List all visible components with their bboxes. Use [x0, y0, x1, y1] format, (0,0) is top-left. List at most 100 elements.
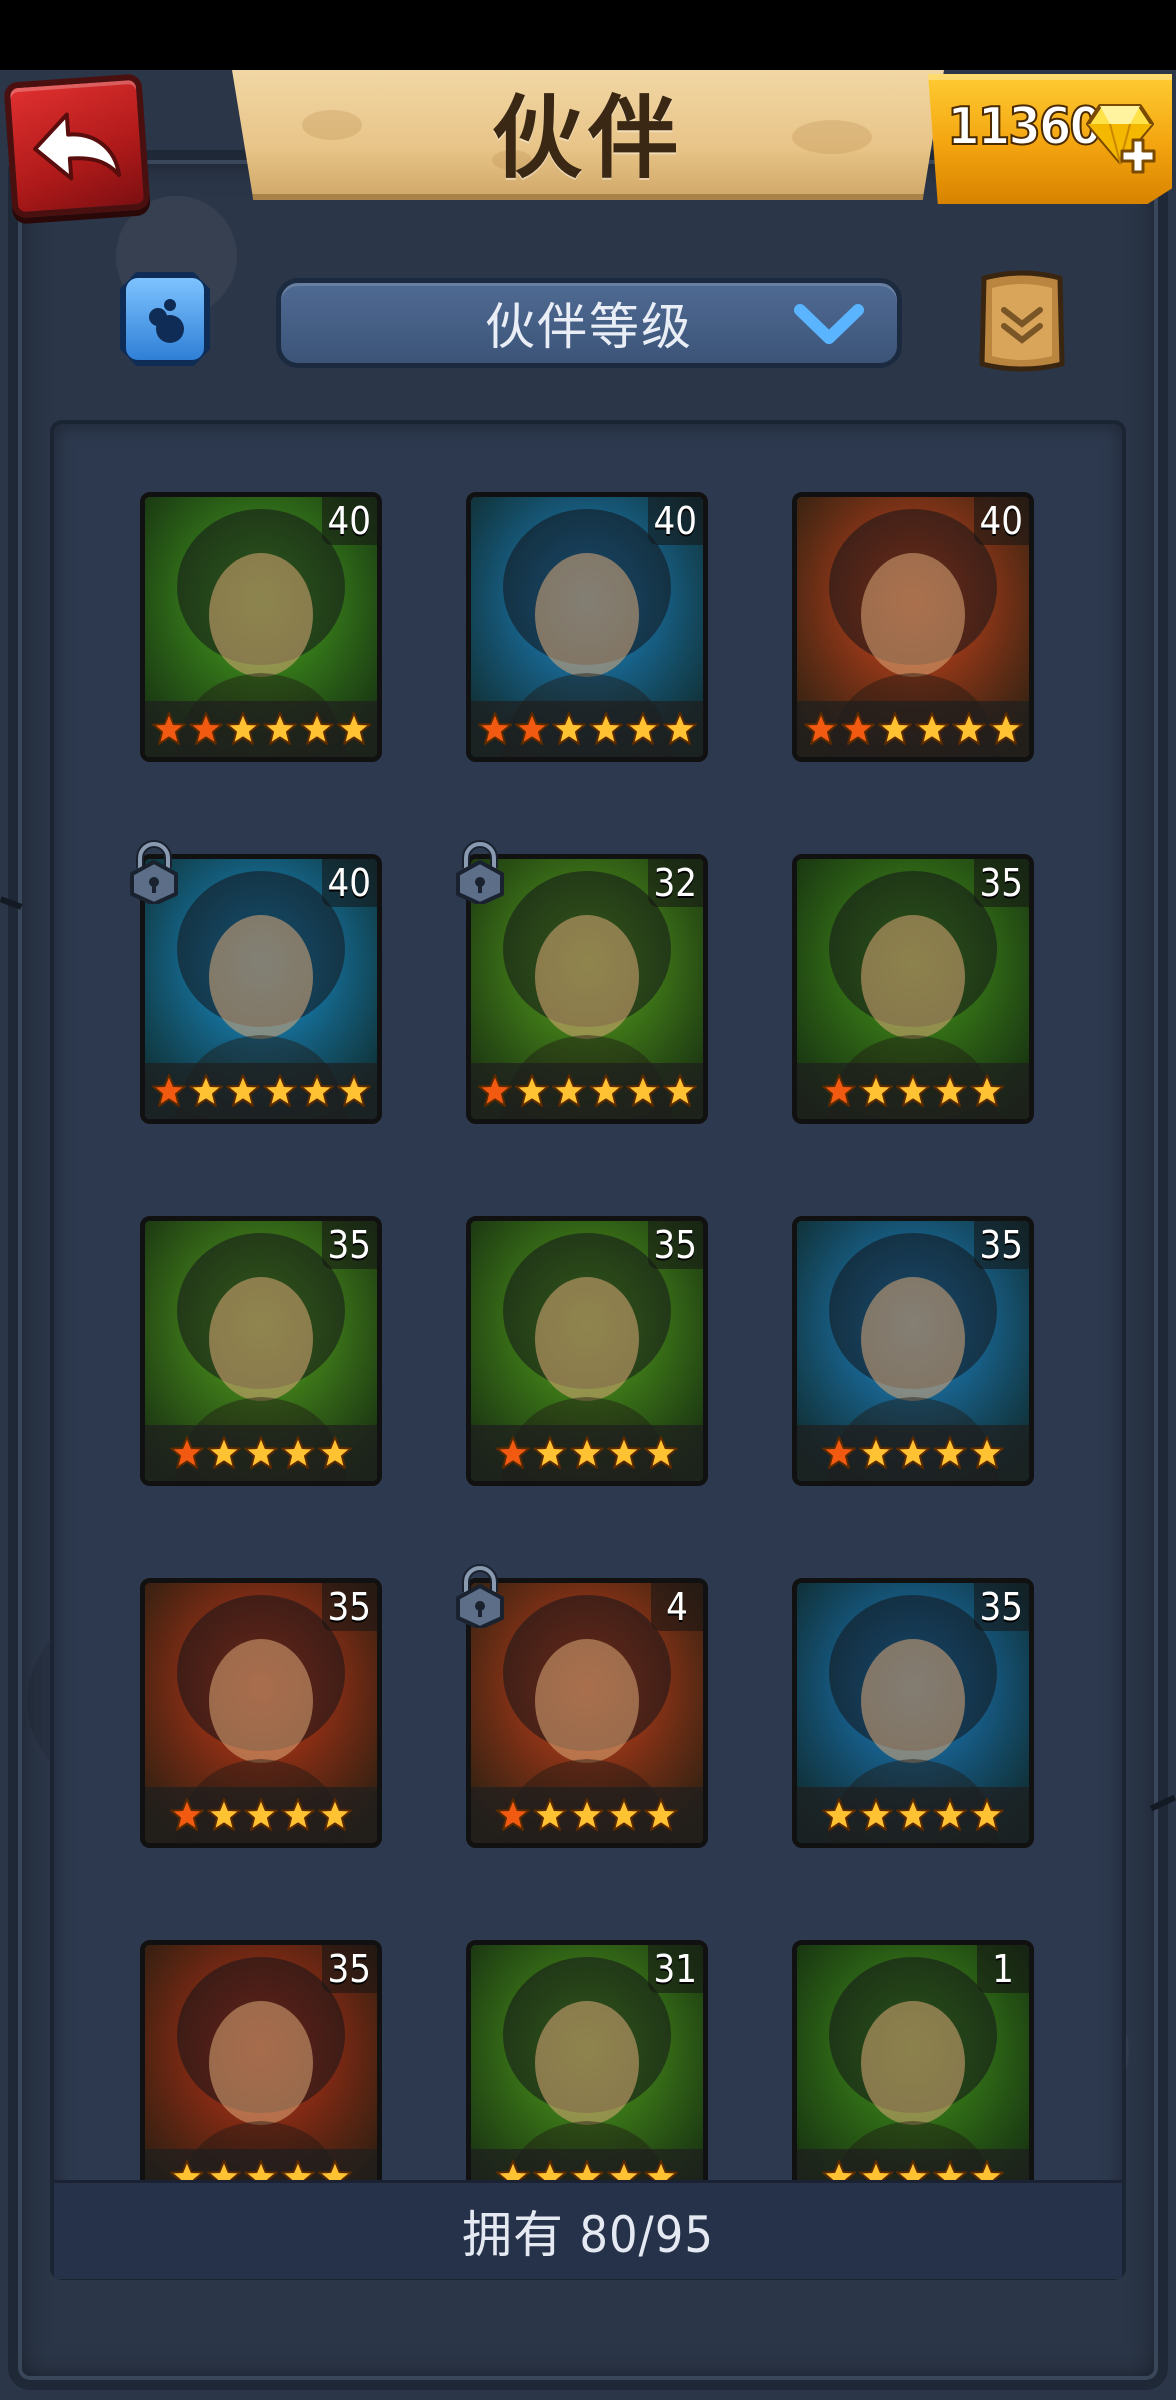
star-icon: [318, 1436, 352, 1469]
partner-level: 4: [651, 1583, 703, 1631]
partner-card[interactable]: 40: [792, 492, 1034, 762]
partner-level: 40: [321, 859, 377, 907]
star-icon: [281, 1436, 315, 1469]
star-icon: [318, 2160, 352, 2180]
partner-card[interactable]: 35: [140, 1940, 382, 2180]
partner-card[interactable]: 35: [792, 854, 1034, 1124]
partner-level: 40: [321, 497, 377, 545]
partner-card[interactable]: 35: [140, 1578, 382, 1848]
partner-card[interactable]: 40: [466, 492, 708, 762]
star-icon: [840, 712, 875, 745]
partner-level: 35: [321, 1583, 377, 1631]
star-icon: [803, 712, 838, 745]
star-icon: [933, 1074, 967, 1107]
star-icon: [662, 1074, 697, 1107]
star-icon: [170, 1436, 204, 1469]
partner-card[interactable]: 1: [792, 1940, 1034, 2180]
star-icon: [477, 712, 512, 745]
star-icon: [859, 1074, 893, 1107]
page-title: 伙伴: [492, 86, 684, 191]
star-icon: [644, 2160, 678, 2180]
partner-card[interactable]: 35: [140, 1216, 382, 1486]
star-icon: [970, 1074, 1004, 1107]
star-rating: [797, 1787, 1029, 1843]
star-icon: [281, 2160, 315, 2180]
star-icon: [988, 712, 1023, 745]
partner-level: 1: [977, 1945, 1029, 1993]
star-icon: [244, 1436, 278, 1469]
partner-card[interactable]: 35: [466, 1216, 708, 1486]
star-icon: [477, 1074, 512, 1107]
star-icon: [625, 712, 660, 745]
partner-card[interactable]: 40: [140, 492, 382, 762]
star-rating: [797, 1063, 1029, 1119]
star-icon: [570, 1798, 604, 1831]
star-icon: [281, 1798, 315, 1831]
star-icon: [607, 1798, 641, 1831]
star-rating: [145, 1063, 377, 1119]
star-rating: [145, 1787, 377, 1843]
partner-level: 35: [973, 859, 1029, 907]
star-icon: [244, 1798, 278, 1831]
lock-icon: [456, 1564, 504, 1628]
partner-card[interactable]: 35: [792, 1578, 1034, 1848]
game-screen: 伙伴 11360 伙伴等级 40 40 40 40 32 35 35 35 35 35 4 35 35 3…: [0, 0, 1176, 2400]
star-icon: [896, 1798, 930, 1831]
partner-grid: 40 40 40 40 32 35 35 35 35 35 4 35 35 31 1: [54, 424, 1122, 2180]
star-icon: [588, 712, 623, 745]
star-icon: [244, 2160, 278, 2180]
star-icon: [207, 1436, 241, 1469]
star-rating: [797, 2149, 1029, 2180]
star-icon: [551, 712, 586, 745]
partner-level: 40: [647, 497, 703, 545]
star-icon: [859, 1798, 893, 1831]
scroll-list-button[interactable]: [976, 268, 1068, 374]
star-icon: [551, 1074, 586, 1107]
partner-level: 40: [973, 497, 1029, 545]
star-icon: [896, 1436, 930, 1469]
star-icon: [644, 1436, 678, 1469]
star-icon: [496, 1436, 530, 1469]
star-icon: [496, 2160, 530, 2180]
partner-level: 32: [647, 859, 703, 907]
star-icon: [514, 712, 549, 745]
lock-icon: [130, 840, 178, 904]
star-rating: [471, 1425, 703, 1481]
add-gems-icon[interactable]: [1118, 136, 1158, 176]
star-icon: [662, 712, 697, 745]
partner-card[interactable]: 35: [792, 1216, 1034, 1486]
star-icon: [170, 2160, 204, 2180]
partner-level: 31: [647, 1945, 703, 1993]
star-icon: [896, 2160, 930, 2180]
star-icon: [933, 2160, 967, 2180]
partner-card[interactable]: 31: [466, 1940, 708, 2180]
back-arrow-icon: [33, 112, 122, 181]
star-icon: [262, 712, 297, 745]
star-icon: [533, 2160, 567, 2180]
star-icon: [625, 1074, 660, 1107]
star-rating: [797, 701, 1029, 757]
gem-count: 11360: [946, 96, 1103, 158]
star-icon: [570, 2160, 604, 2180]
star-icon: [207, 2160, 241, 2180]
star-rating: [471, 701, 703, 757]
star-icon: [225, 712, 260, 745]
star-icon: [914, 712, 949, 745]
star-rating: [471, 2149, 703, 2180]
star-icon: [225, 1074, 260, 1107]
star-icon: [336, 1074, 371, 1107]
star-rating: [797, 1425, 1029, 1481]
star-icon: [496, 1798, 530, 1831]
star-icon: [933, 1436, 967, 1469]
star-icon: [170, 1798, 204, 1831]
star-icon: [533, 1436, 567, 1469]
star-icon: [933, 1798, 967, 1831]
star-icon: [588, 1074, 623, 1107]
star-icon: [896, 1074, 930, 1107]
back-button[interactable]: [3, 73, 151, 219]
star-icon: [644, 1798, 678, 1831]
star-icon: [207, 1798, 241, 1831]
star-icon: [951, 712, 986, 745]
element-filter-button[interactable]: [120, 272, 210, 366]
element-filter-icon: [149, 299, 184, 343]
